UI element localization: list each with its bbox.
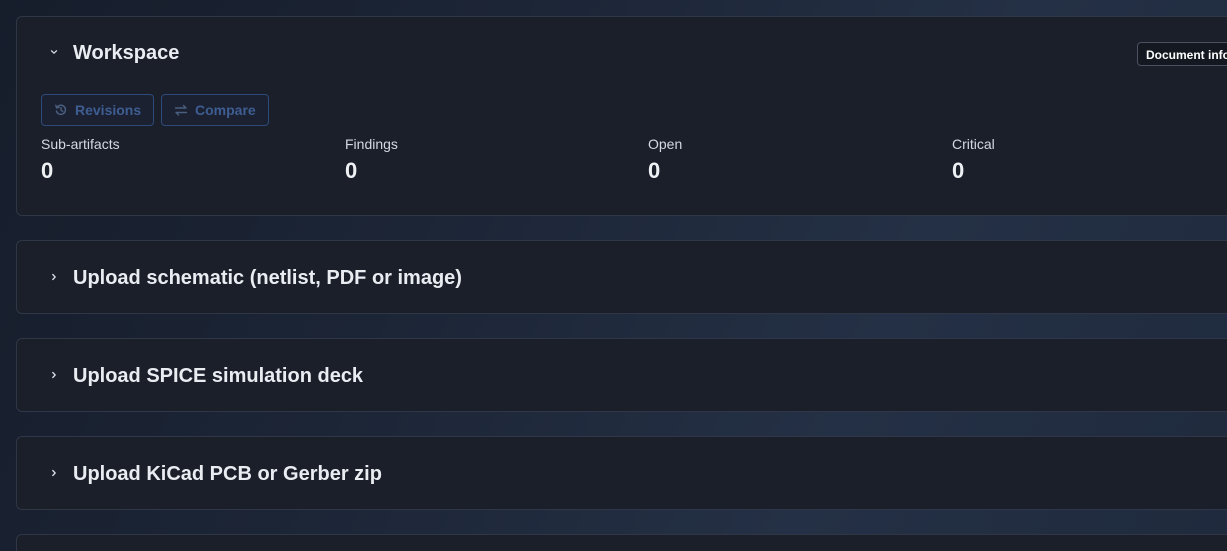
chevron-down-icon[interactable] (48, 46, 60, 58)
stat-critical: Critical 0 (952, 135, 995, 183)
section-title: Upload SPICE simulation deck (73, 365, 364, 387)
stat-open: Open 0 (648, 135, 682, 183)
revisions-button-label: Revisions (75, 102, 142, 118)
swap-arrows-icon (174, 103, 188, 117)
stat-findings: Findings 0 (345, 135, 398, 183)
chevron-right-icon[interactable] (48, 369, 60, 381)
stat-sub-artifacts: Sub-artifacts 0 (41, 135, 120, 183)
section-title: Upload schematic (netlist, PDF or image) (73, 267, 462, 289)
chevron-right-icon[interactable] (48, 271, 60, 283)
stat-value: 0 (345, 158, 358, 183)
stat-label: Critical (952, 136, 995, 152)
upload-spice-header[interactable]: Upload SPICE simulation deck (17, 339, 1227, 411)
workspace-panel: Workspace Document info Revisions Compar… (16, 16, 1227, 216)
history-icon (54, 103, 68, 117)
stat-label: Open (648, 136, 683, 152)
chevron-right-icon[interactable] (48, 467, 60, 479)
section-title: Upload KiCad PCB or Gerber zip (73, 463, 382, 485)
compare-button-label: Compare (195, 102, 256, 118)
next-panel (16, 534, 1227, 551)
upload-schematic-panel: Upload schematic (netlist, PDF or image) (16, 240, 1227, 314)
stat-label: Sub-artifacts (41, 136, 120, 152)
stat-value: 0 (648, 158, 661, 183)
workspace-panel-header[interactable]: Workspace Document info (17, 17, 1227, 89)
revisions-button[interactable]: Revisions (41, 94, 155, 126)
document-info-badge[interactable]: Document info (1137, 42, 1227, 66)
upload-kicad-panel: Upload KiCad PCB or Gerber zip (16, 436, 1227, 510)
stat-value: 0 (952, 158, 965, 183)
upload-spice-panel: Upload SPICE simulation deck (16, 338, 1227, 412)
upload-kicad-header[interactable]: Upload KiCad PCB or Gerber zip (17, 437, 1227, 509)
upload-schematic-header[interactable]: Upload schematic (netlist, PDF or image) (17, 241, 1227, 313)
stat-value: 0 (41, 158, 54, 183)
stat-label: Findings (345, 136, 398, 152)
compare-button[interactable]: Compare (161, 94, 269, 126)
workspace-title: Workspace (73, 42, 180, 64)
